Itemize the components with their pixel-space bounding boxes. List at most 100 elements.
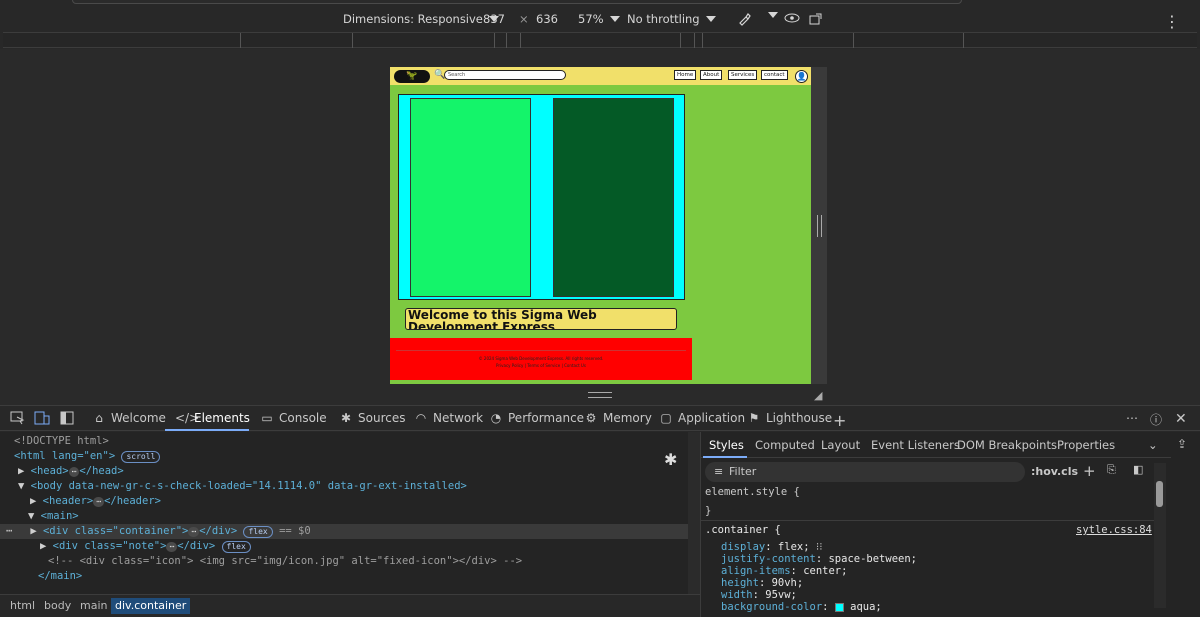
eye-icon[interactable] (784, 12, 800, 24)
site-nav-services[interactable]: Services (728, 70, 758, 80)
css-prop-background-color[interactable]: background-color: aqua; (721, 601, 882, 613)
dock-side-icon[interactable] (60, 411, 74, 425)
site-nav-about[interactable]: About (700, 70, 723, 80)
scrollbar-thumb[interactable] (1156, 481, 1163, 507)
chevron-down-icon[interactable]: ⌄ (1148, 438, 1158, 452)
tree-note[interactable]: ▶ <div class="note"> ⋯ </div> flex (40, 539, 728, 554)
account-icon[interactable]: 👤 (795, 70, 808, 83)
new-rule-icon[interactable]: + (1083, 462, 1096, 480)
site-logo[interactable]: 🦖 (394, 70, 430, 83)
tree-main[interactable]: ▼ <main> (28, 509, 716, 524)
tab-elements[interactable]: </> Elements (175, 411, 250, 425)
tab-application[interactable]: ▢ Application (659, 411, 745, 425)
color-swatch[interactable] (834, 602, 844, 612)
css-prop-display[interactable]: display: flex; ⁝⁝ (721, 541, 823, 553)
element-style-rule[interactable]: element.style { (705, 486, 800, 498)
flexbox-editor-icon[interactable]: ⁝⁝ (816, 541, 823, 553)
styles-scrollbar[interactable] (1154, 463, 1166, 608)
close-devtools-icon[interactable]: ✕ (1175, 411, 1187, 427)
devtools-tab-bar: ⌂ Welcome </> Elements ▭ Console ✱ Sources ◠… (0, 405, 1200, 431)
more-tools-icon[interactable]: ⋯ (1126, 411, 1138, 425)
css-prop-justify-content[interactable]: justify-content: space-between; (721, 553, 917, 565)
breadcrumb-main[interactable]: main (76, 598, 111, 614)
collapsed-ellipsis[interactable]: ⋯ (68, 467, 80, 477)
cls-toggle[interactable]: .cls (1057, 465, 1078, 478)
chevron-down-icon (705, 16, 716, 22)
tab-network[interactable]: ◠ Network (414, 411, 483, 425)
subtab-dom-breakpoints[interactable]: DOM Breakpoints (957, 438, 1057, 452)
tree-doctype[interactable]: <!DOCTYPE html> (14, 434, 702, 449)
rendered-page[interactable]: 🦖 🔍 Search Home About Services contact 👤… (390, 67, 811, 384)
rotate-icon[interactable] (808, 12, 824, 26)
tree-body[interactable]: ▼ <body data-new-gr-c-s-check-loaded="14… (18, 479, 706, 494)
tree-main-close[interactable]: </main> (38, 569, 726, 584)
footer-link-contact[interactable]: Contact Us (564, 363, 586, 368)
hov-toggle[interactable]: :hov (1031, 465, 1058, 478)
close-brace: } (705, 505, 712, 517)
tab-memory[interactable]: ⚙ Memory (584, 411, 652, 425)
breadcrumb-div-container[interactable]: div.container (111, 598, 191, 614)
stylesheet-link[interactable]: sytle.css:84 (1076, 524, 1152, 536)
scroll-badge[interactable]: scroll (121, 451, 161, 463)
elements-scrollbar[interactable] (688, 432, 700, 594)
device-toolbar-icon[interactable] (34, 411, 50, 425)
corner-resize-grip[interactable]: ◢ (814, 389, 822, 402)
paint-icon[interactable]: ⎘ (1107, 463, 1116, 477)
right-resize-handle[interactable] (817, 215, 822, 237)
more-vertical-icon[interactable]: ⋮ (1164, 12, 1180, 31)
add-tab-icon[interactable]: + (833, 411, 846, 430)
footer-link-privacy[interactable]: Privacy Policy (496, 363, 523, 368)
dimensions-dropdown[interactable]: Dimensions: Responsive (343, 12, 499, 26)
tree-head[interactable]: ▶ <head> ⋯ </head> (18, 464, 706, 479)
flex-badge[interactable]: flex (243, 526, 273, 538)
width-input[interactable]: 837 (483, 12, 505, 26)
tab-sources[interactable]: ✱ Sources (339, 411, 406, 425)
tab-lighthouse[interactable]: ⚑ Lighthouse (747, 411, 833, 425)
bottom-resize-handle[interactable] (588, 392, 612, 398)
tree-container-selected[interactable]: ⋯ ▶ <div class="container"> ⋯ </div> flex =… (0, 524, 688, 539)
breadcrumb: html body main div.container (0, 594, 700, 617)
computed-sidebar-icon[interactable]: ⇪ (1177, 437, 1187, 451)
breadcrumb-html[interactable]: html (6, 598, 39, 614)
subtab-event-listeners[interactable]: Event Listeners (871, 438, 960, 452)
subtab-computed[interactable]: Computed (755, 438, 815, 452)
accessibility-icon[interactable]: ✱ (664, 450, 677, 469)
subtab-layout[interactable]: Layout (821, 438, 860, 452)
container-selector[interactable]: .container { (705, 524, 781, 536)
home-icon: ⌂ (95, 411, 103, 425)
site-nav-home[interactable]: Home (674, 70, 697, 80)
site-nav-contact[interactable]: contact (761, 70, 788, 80)
inspect-element-icon[interactable] (10, 411, 25, 425)
breadcrumb-body[interactable]: body (40, 598, 75, 614)
gauge-icon: ◔ (490, 411, 502, 425)
tree-comment[interactable]: <!-- <div class="icon"> <img src="img/ic… (48, 554, 736, 569)
site-header: 🦖 🔍 Search Home About Services contact 👤 (390, 67, 811, 85)
collapsed-ellipsis[interactable]: ⋯ (93, 497, 105, 507)
help-icon[interactable]: ⓘ (1150, 411, 1162, 428)
footer-link-terms[interactable]: Terms of Service (527, 363, 560, 368)
tab-console[interactable]: ▭ Console (260, 411, 326, 425)
more-options-dropdown[interactable] (768, 12, 778, 18)
css-prop-height[interactable]: height: 90vh; (721, 577, 803, 589)
tree-header[interactable]: ▶ <header> ⋯ </header> (30, 494, 718, 509)
throttling-dropdown[interactable]: No throttling (627, 12, 716, 26)
styles-filter-row: ≡ Filter :hov .cls + ⎘ ◧ (705, 462, 1163, 482)
tab-welcome[interactable]: ⌂ Welcome (92, 411, 166, 425)
sensors-icon[interactable] (737, 12, 751, 26)
css-prop-align-items[interactable]: align-items: center; (721, 565, 847, 577)
styles-subtabs: Styles Computed Layout Event Listeners D… (701, 432, 1171, 458)
collapsed-ellipsis[interactable]: ⋯ (166, 542, 178, 552)
footer-links: Privacy Policy | Terms of Service | Cont… (496, 363, 586, 368)
subtab-styles[interactable]: Styles (709, 438, 744, 452)
zoom-dropdown[interactable]: 57% (578, 12, 620, 26)
toggle-sidebar-icon[interactable]: ◧ (1133, 463, 1143, 476)
subtab-properties[interactable]: Properties (1057, 438, 1115, 452)
height-input[interactable]: 636 (536, 12, 558, 26)
flex-badge[interactable]: flex (221, 541, 251, 553)
site-search-input[interactable]: Search (444, 70, 566, 80)
collapsed-ellipsis[interactable]: ⋯ (188, 527, 200, 537)
tree-html[interactable]: <html lang="en"> scroll (14, 449, 702, 464)
tab-performance[interactable]: ◔ Performance (489, 411, 584, 425)
css-prop-width[interactable]: width: 95vw; (721, 589, 797, 601)
styles-filter-input[interactable]: ≡ Filter (705, 462, 1025, 482)
